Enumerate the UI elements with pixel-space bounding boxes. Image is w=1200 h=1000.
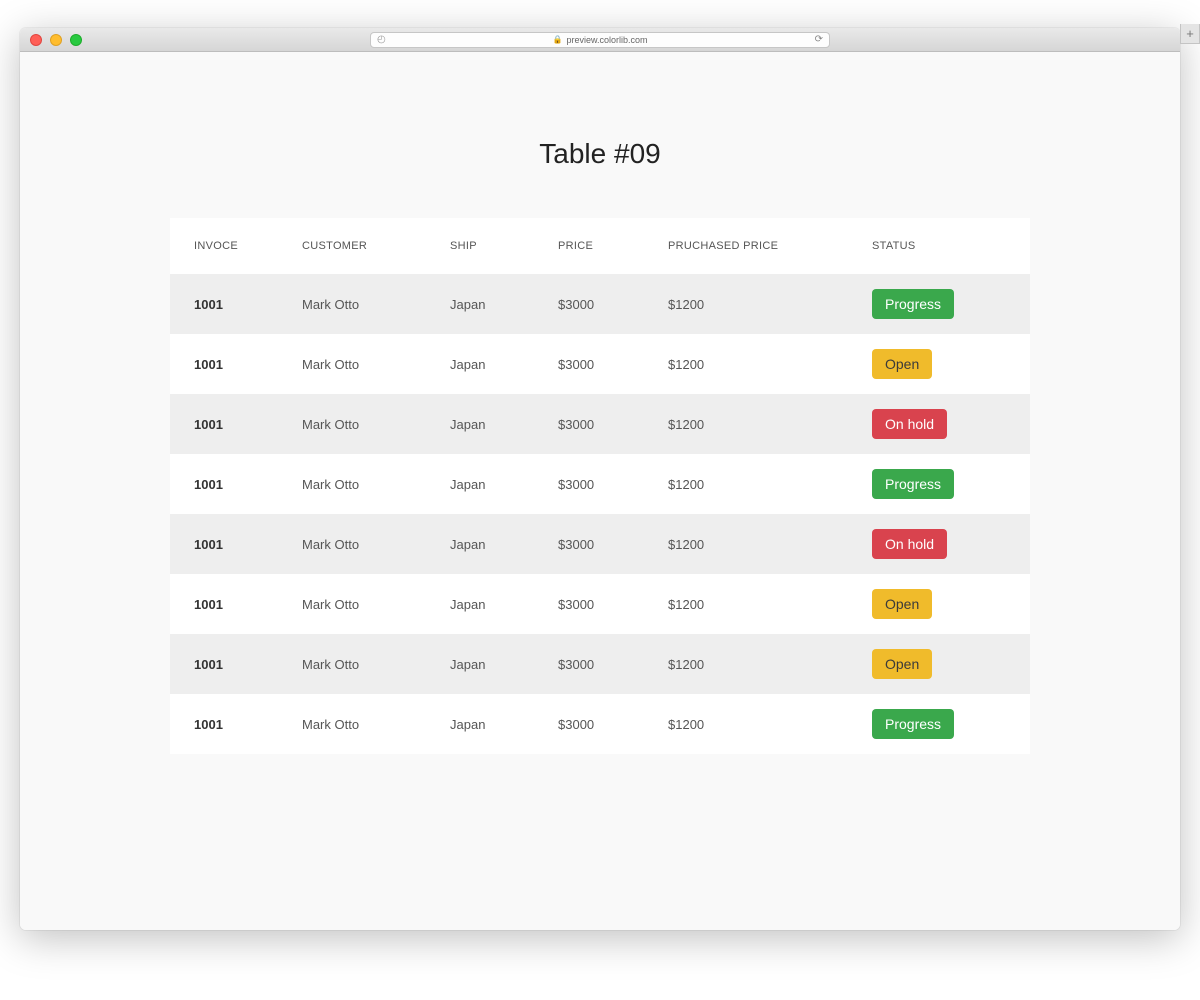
cell-purchased: $1200: [656, 634, 860, 694]
cell-price: $3000: [546, 394, 656, 454]
cell-ship: Japan: [438, 454, 546, 514]
page-viewport: Table #09 INVOCE CUSTOMER SHIP PRICE PRU…: [20, 52, 1180, 930]
cell-invoice: 1001: [170, 634, 290, 694]
cell-invoice: 1001: [170, 574, 290, 634]
cell-status: Open: [860, 574, 1030, 634]
table-row: 1001Mark OttoJapan$3000$1200 On hold: [170, 514, 1030, 574]
status-badge-progress[interactable]: Progress: [872, 469, 954, 499]
data-table: INVOCE CUSTOMER SHIP PRICE PRUCHASED PRI…: [170, 218, 1030, 754]
data-table-container: INVOCE CUSTOMER SHIP PRICE PRUCHASED PRI…: [170, 218, 1030, 754]
cell-price: $3000: [546, 454, 656, 514]
window-controls: [30, 34, 82, 46]
table-row: 1001Mark OttoJapan$3000$1200 Open: [170, 574, 1030, 634]
cell-customer: Mark Otto: [290, 334, 438, 394]
address-bar[interactable]: ◴ 🔒 preview.colorlib.com ⟳: [370, 32, 830, 48]
cell-purchased: $1200: [656, 274, 860, 334]
minimize-window-button[interactable]: [50, 34, 62, 46]
table-row: 1001Mark OttoJapan$3000$1200 Open: [170, 634, 1030, 694]
cell-customer: Mark Otto: [290, 634, 438, 694]
cell-price: $3000: [546, 514, 656, 574]
table-row: 1001Mark OttoJapan$3000$1200 On hold: [170, 394, 1030, 454]
cell-customer: Mark Otto: [290, 274, 438, 334]
cell-price: $3000: [546, 334, 656, 394]
cell-purchased: $1200: [656, 334, 860, 394]
status-badge-progress[interactable]: Progress: [872, 709, 954, 739]
cell-customer: Mark Otto: [290, 514, 438, 574]
cell-purchased: $1200: [656, 454, 860, 514]
header-price: PRICE: [546, 218, 656, 274]
maximize-window-button[interactable]: [70, 34, 82, 46]
reload-icon[interactable]: ⟳: [815, 34, 823, 45]
cell-ship: Japan: [438, 394, 546, 454]
cell-status: On hold: [860, 514, 1030, 574]
cell-customer: Mark Otto: [290, 574, 438, 634]
cell-price: $3000: [546, 694, 656, 754]
cell-purchased: $1200: [656, 394, 860, 454]
page-title: Table #09: [20, 138, 1180, 170]
table-row: 1001Mark OttoJapan$3000$1200 Progress: [170, 694, 1030, 754]
cell-status: Open: [860, 334, 1030, 394]
cell-invoice: 1001: [170, 334, 290, 394]
status-badge-onhold[interactable]: On hold: [872, 529, 947, 559]
cell-price: $3000: [546, 574, 656, 634]
cell-status: On hold: [860, 394, 1030, 454]
header-ship: SHIP: [438, 218, 546, 274]
url-text: preview.colorlib.com: [566, 35, 647, 45]
titlebar: ◴ 🔒 preview.colorlib.com ⟳: [20, 28, 1180, 52]
cell-invoice: 1001: [170, 514, 290, 574]
cell-status: Progress: [860, 694, 1030, 754]
reader-mode-icon[interactable]: ◴: [377, 34, 386, 45]
cell-ship: Japan: [438, 634, 546, 694]
cell-price: $3000: [546, 634, 656, 694]
header-purchased: PRUCHASED PRICE: [656, 218, 860, 274]
cell-invoice: 1001: [170, 274, 290, 334]
cell-price: $3000: [546, 274, 656, 334]
cell-status: Progress: [860, 454, 1030, 514]
close-window-button[interactable]: [30, 34, 42, 46]
status-badge-progress[interactable]: Progress: [872, 289, 954, 319]
header-invoice: INVOCE: [170, 218, 290, 274]
browser-window: ◴ 🔒 preview.colorlib.com ⟳ + Table #09 I…: [20, 28, 1180, 930]
cell-ship: Japan: [438, 334, 546, 394]
cell-invoice: 1001: [170, 454, 290, 514]
cell-invoice: 1001: [170, 394, 290, 454]
status-badge-onhold[interactable]: On hold: [872, 409, 947, 439]
cell-status: Open: [860, 634, 1030, 694]
status-badge-open[interactable]: Open: [872, 589, 932, 619]
cell-purchased: $1200: [656, 694, 860, 754]
cell-customer: Mark Otto: [290, 454, 438, 514]
cell-customer: Mark Otto: [290, 694, 438, 754]
table-header-row: INVOCE CUSTOMER SHIP PRICE PRUCHASED PRI…: [170, 218, 1030, 274]
cell-status: Progress: [860, 274, 1030, 334]
cell-purchased: $1200: [656, 574, 860, 634]
table-row: 1001Mark OttoJapan$3000$1200 Progress: [170, 454, 1030, 514]
table-row: 1001Mark OttoJapan$3000$1200 Progress: [170, 274, 1030, 334]
cell-invoice: 1001: [170, 694, 290, 754]
status-badge-open[interactable]: Open: [872, 349, 932, 379]
cell-ship: Japan: [438, 274, 546, 334]
table-row: 1001Mark OttoJapan$3000$1200 Open: [170, 334, 1030, 394]
status-badge-open[interactable]: Open: [872, 649, 932, 679]
cell-customer: Mark Otto: [290, 394, 438, 454]
header-status: STATUS: [860, 218, 1030, 274]
lock-icon: 🔒: [553, 35, 563, 44]
cell-purchased: $1200: [656, 514, 860, 574]
cell-ship: Japan: [438, 694, 546, 754]
cell-ship: Japan: [438, 574, 546, 634]
header-customer: CUSTOMER: [290, 218, 438, 274]
cell-ship: Japan: [438, 514, 546, 574]
